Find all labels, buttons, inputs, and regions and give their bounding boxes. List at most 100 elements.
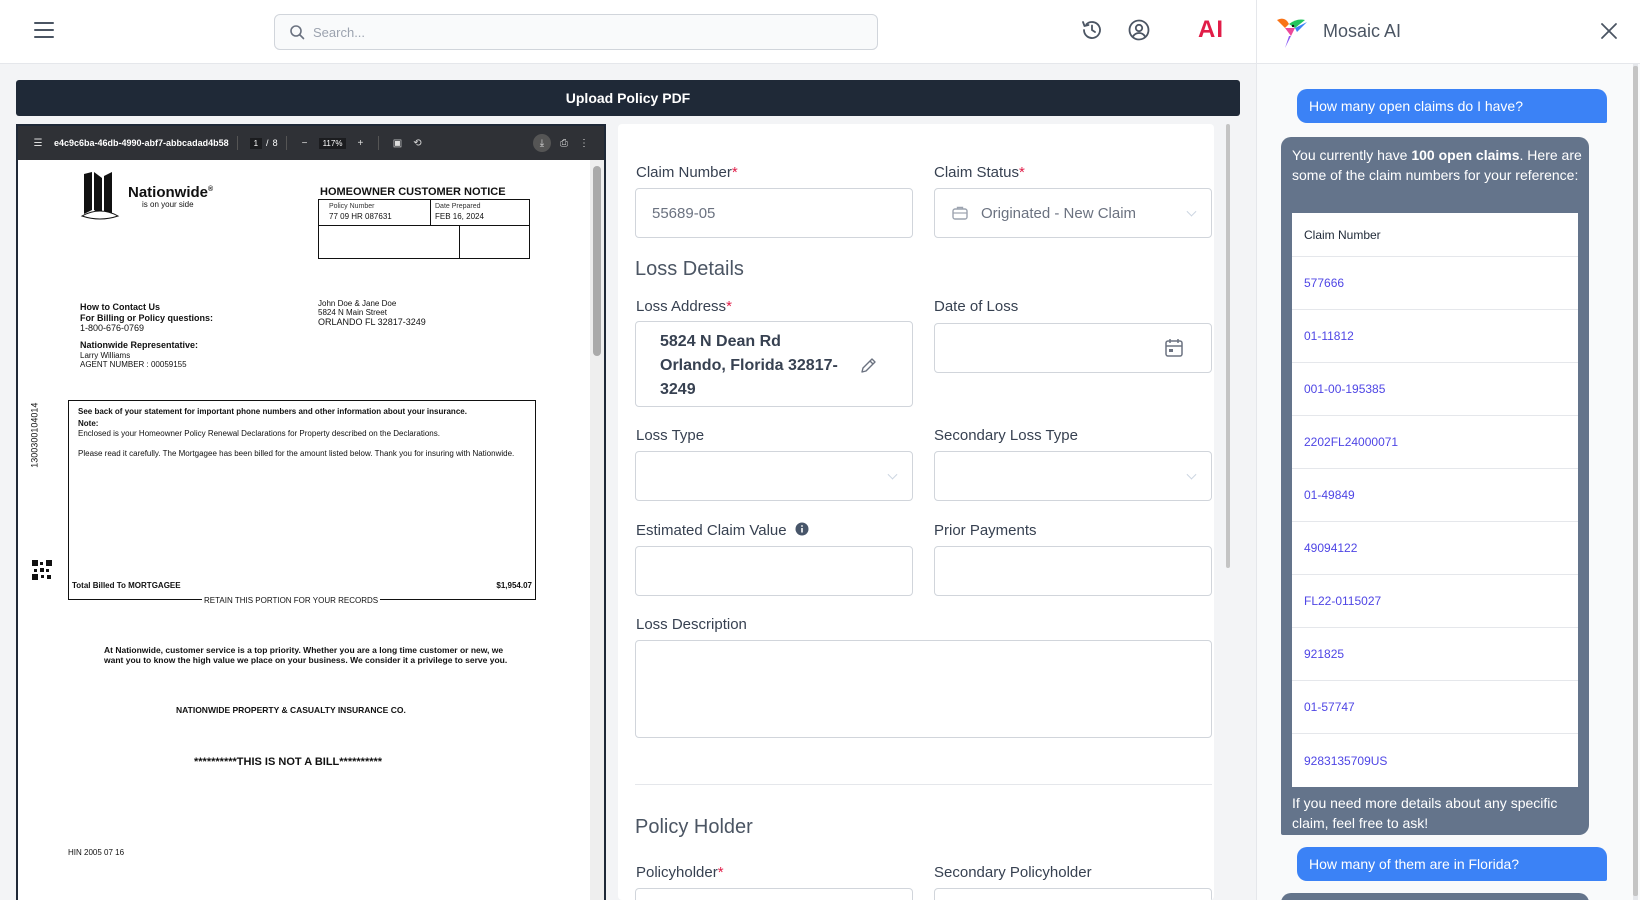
loss-address-label: Loss Address*: [636, 298, 732, 315]
pdf-contact-phone: 1-800-676-0769: [80, 323, 145, 333]
pdf-contact-heading: How to Contact Us: [80, 302, 160, 312]
claim-status-label: Claim Status*: [934, 164, 1025, 181]
user-circle-icon[interactable]: [1127, 18, 1151, 42]
assistant-footer: If you need more details about any speci…: [1292, 795, 1558, 832]
pdf-not-a-bill: **********THIS IS NOT A BILL**********: [194, 756, 383, 768]
zoom-out-icon[interactable]: −: [298, 136, 312, 150]
chat-scrollbar[interactable]: [1633, 64, 1638, 900]
chat-messages: How many open claims do I have? You curr…: [1257, 64, 1640, 900]
search-input[interactable]: [313, 24, 813, 40]
loss-description-label: Loss Description: [636, 616, 747, 633]
secondary-policyholder-input[interactable]: [934, 888, 1212, 900]
menu-icon[interactable]: [34, 22, 54, 38]
close-icon[interactable]: [1600, 22, 1618, 40]
loss-description-textarea[interactable]: [635, 640, 1212, 738]
pdf-note-text: Enclosed is your Homeowner Policy Renewa…: [78, 429, 440, 438]
claim-number-input[interactable]: 55689-05: [635, 188, 913, 238]
more-options-icon[interactable]: ⋮: [577, 136, 591, 150]
print-icon[interactable]: ⎙: [557, 136, 571, 150]
chevron-down-icon: [1186, 206, 1197, 217]
pdf-statement-bold: See back of your statement for important…: [78, 407, 467, 416]
upload-policy-pdf-button[interactable]: Upload Policy PDF: [16, 80, 1240, 116]
claim-number-label: Claim Number*: [636, 164, 738, 181]
pdf-menu-icon[interactable]: ☰: [31, 136, 45, 150]
pdf-policy-number: 77 09 HR 087631: [329, 212, 392, 221]
policyholder-label: Policyholder*: [636, 864, 724, 881]
secondary-policyholder-label: Secondary Policyholder: [934, 864, 1092, 881]
search-box[interactable]: [274, 14, 878, 50]
claim-link[interactable]: 49094122: [1292, 522, 1578, 575]
pdf-note-label: Note:: [78, 419, 99, 428]
claim-link[interactable]: 001-00-195385: [1292, 363, 1578, 416]
claim-link[interactable]: 01-49849: [1292, 469, 1578, 522]
nationwide-eagle-logo: [80, 172, 120, 220]
pdf-zoom-level[interactable]: 117%: [318, 137, 347, 149]
claim-link[interactable]: 577666: [1292, 257, 1578, 310]
loss-address-line1: 5824 N Dean Rd: [660, 333, 781, 350]
claim-status-select[interactable]: Originated - New Claim: [934, 188, 1212, 238]
form-scrollbar[interactable]: [1226, 124, 1232, 900]
pdf-total-label: Total Billed To MORTGAGEE: [72, 581, 181, 590]
claim-link[interactable]: 2202FL24000071: [1292, 416, 1578, 469]
policy-holder-heading: Policy Holder: [635, 816, 753, 838]
chat-title: Mosaic AI: [1323, 21, 1402, 41]
pdf-scrollbar[interactable]: [590, 160, 604, 900]
chat-panel: Mosaic AI How many open claims do I have…: [1256, 0, 1640, 900]
estimated-claim-value-input[interactable]: [635, 546, 913, 596]
claim-form: Claim Number* 55689-05 Claim Status* Ori…: [618, 124, 1214, 900]
prior-payments-input[interactable]: [934, 546, 1212, 596]
hummingbird-logo: [1277, 18, 1307, 48]
pdf-side-code: 1300300104014: [29, 402, 40, 468]
secondary-loss-type-select[interactable]: [934, 451, 1212, 501]
secondary-loss-type-label: Secondary Loss Type: [934, 427, 1078, 444]
loss-details-heading: Loss Details: [635, 258, 744, 280]
history-icon[interactable]: [1080, 18, 1104, 42]
assistant-intro: You currently have 100 open claims. Here…: [1292, 147, 1582, 184]
assistant-message-partial: [1281, 893, 1589, 900]
zoom-in-icon[interactable]: +: [353, 136, 367, 150]
pdf-page-total: 8: [272, 138, 278, 148]
pdf-company: NATIONWIDE PROPERTY & CASUALTY INSURANCE…: [176, 705, 406, 715]
user-message: How many open claims do I have?: [1297, 89, 1607, 123]
chevron-down-icon: [887, 469, 898, 480]
pdf-rep-name: Larry Williams: [80, 351, 131, 360]
chat-header: Mosaic AI: [1257, 0, 1640, 64]
claim-link[interactable]: 01-11812: [1292, 310, 1578, 363]
ai-button[interactable]: AI: [1198, 16, 1224, 44]
loss-type-label: Loss Type: [636, 427, 705, 444]
user-message: How many of them are in Florida?: [1297, 847, 1607, 881]
loss-type-select[interactable]: [635, 451, 913, 501]
pdf-please-read: Please read it carefully. The Mortgagee …: [78, 449, 515, 458]
pdf-addressee-names: John Doe & Jane Doe: [318, 299, 397, 308]
loss-address-line2: Orlando, Florida 32817-: [660, 357, 838, 374]
section-divider: [635, 784, 1212, 785]
rotate-icon[interactable]: ⟲: [410, 136, 424, 150]
search-icon: [290, 25, 305, 40]
claim-link[interactable]: 01-57747: [1292, 681, 1578, 734]
info-icon[interactable]: [795, 522, 809, 536]
pdf-rep-heading: Nationwide Representative:: [80, 340, 199, 350]
fit-page-icon[interactable]: ▣: [390, 136, 404, 150]
pdf-date-prepared: FEB 16, 2024: [435, 212, 484, 221]
estimated-claim-value-label: Estimated Claim Value: [636, 522, 809, 539]
claim-link[interactable]: FL22-0115027: [1292, 575, 1578, 628]
pdf-date-prepared-label: Date Prepared: [435, 203, 481, 210]
pdf-page-input[interactable]: 1: [249, 137, 263, 149]
pdf-retain-text: RETAIN THIS PORTION FOR YOUR RECORDS: [202, 596, 381, 606]
claims-table-header: Claim Number: [1292, 213, 1578, 257]
claims-table: Claim Number 577666 01-11812 001-00-195385…: [1292, 213, 1578, 787]
policyholder-input[interactable]: [635, 888, 913, 900]
assistant-message: You currently have 100 open claims. Here…: [1281, 137, 1589, 835]
calendar-icon[interactable]: [1163, 337, 1185, 359]
date-of-loss-label: Date of Loss: [934, 298, 1019, 315]
pdf-addressee-street: 5824 N Main Street: [318, 308, 387, 317]
pencil-icon[interactable]: [858, 356, 878, 376]
loss-address-field[interactable]: 5824 N Dean Rd Orlando, Florida 32817- 3…: [635, 321, 913, 407]
pdf-footer-code: HIN 2005 07 16: [68, 848, 125, 857]
claim-link[interactable]: 921825: [1292, 628, 1578, 681]
claim-link[interactable]: 9283135709US: [1292, 734, 1578, 787]
loss-address-line3: 3249: [660, 381, 696, 398]
download-icon[interactable]: ⤓: [533, 134, 551, 152]
pdf-contact-sub: For Billing or Policy questions:: [80, 313, 214, 323]
date-of-loss-input[interactable]: [934, 323, 1212, 373]
